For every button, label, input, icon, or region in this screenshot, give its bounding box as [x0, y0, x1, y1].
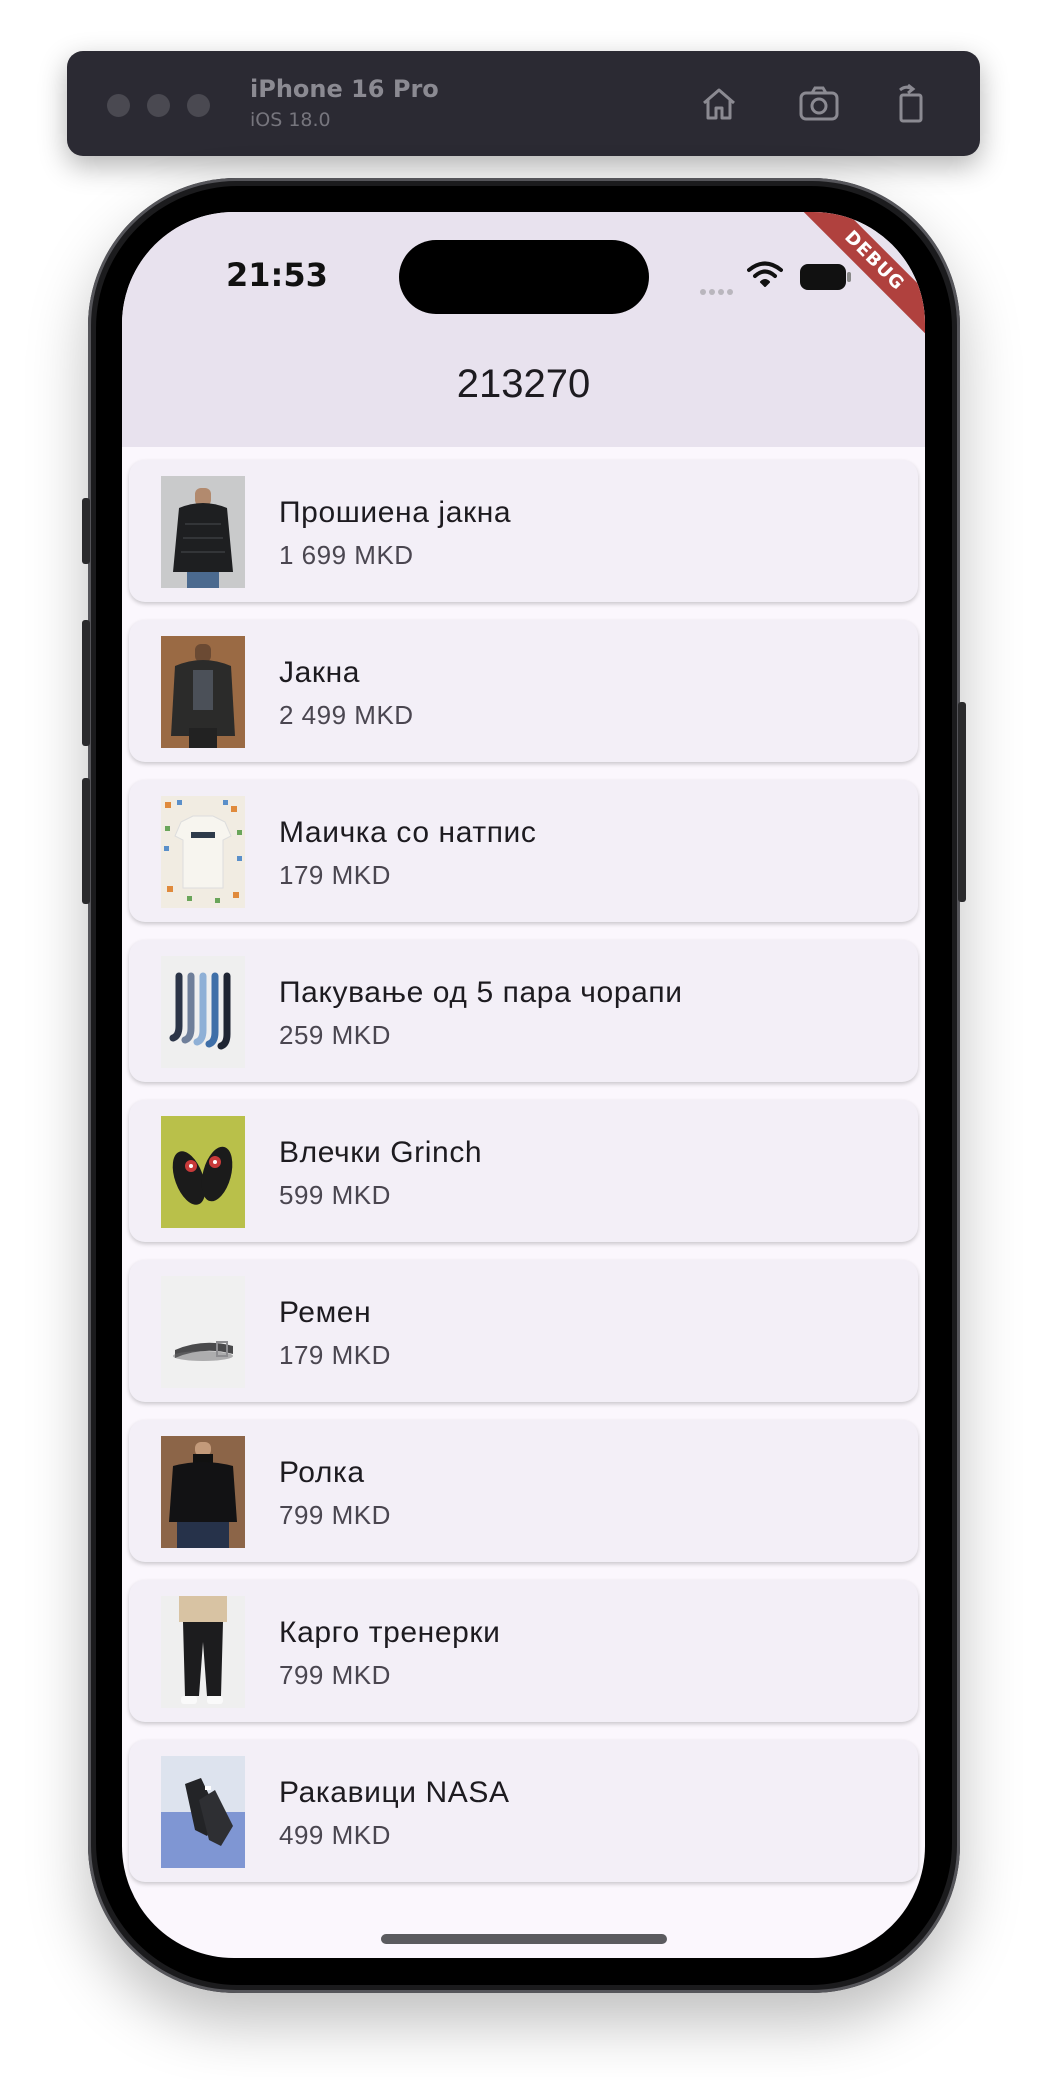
product-card[interactable]: Прошиена јакна 1 699 MKD: [129, 460, 918, 602]
nasa-gloves-image: [161, 1756, 245, 1868]
power-button: [958, 702, 966, 902]
turtleneck-image: [161, 1436, 245, 1548]
product-price: 179 MKD: [279, 1340, 391, 1370]
product-name: Ракавици NASA: [279, 1776, 510, 1809]
product-card[interactable]: Маичка со натпис 179 MKD: [129, 780, 918, 922]
dynamic-island: [399, 240, 649, 314]
battery-icon: [800, 264, 851, 290]
phone-screen: 21:53 DEBUG 213270 Прошиена јакна 1 699 …: [122, 212, 925, 1958]
belt-image: [161, 1276, 245, 1388]
dark-jacket-image: [161, 636, 245, 748]
product-name: Јакна: [279, 656, 361, 689]
product-price: 179 MKD: [279, 860, 391, 890]
product-name: Ремен: [279, 1296, 372, 1329]
rotate-icon[interactable]: [888, 81, 934, 127]
product-price: 259 MKD: [279, 1020, 391, 1050]
cargo-joggers-image: [161, 1596, 245, 1708]
product-card[interactable]: Карго тренерки 799 MKD: [129, 1580, 918, 1722]
wifi-icon: [747, 261, 783, 287]
device-name: iPhone 16 Pro: [250, 75, 439, 103]
minimize-window-button[interactable]: [147, 94, 170, 117]
product-name: Маичка со натпис: [279, 816, 537, 849]
cellular-signal-icon: [700, 280, 736, 299]
product-price: 799 MKD: [279, 1500, 391, 1530]
product-price: 2 499 MKD: [279, 700, 414, 730]
home-icon[interactable]: [696, 81, 742, 127]
status-time: 21:53: [226, 256, 328, 294]
zoom-window-button[interactable]: [187, 94, 210, 117]
product-name: Влечки Grinch: [279, 1136, 483, 1169]
product-price: 599 MKD: [279, 1180, 391, 1210]
black-puffer-jacket-image: [161, 476, 245, 588]
action-button: [82, 498, 90, 564]
product-price: 499 MKD: [279, 1820, 391, 1850]
page-title: 213270: [456, 362, 591, 406]
screenshot-icon[interactable]: [796, 81, 842, 127]
product-price: 799 MKD: [279, 1660, 391, 1690]
product-name: Карго тренерки: [279, 1616, 501, 1649]
product-name: Ролка: [279, 1456, 365, 1489]
printed-tshirt-image: [161, 796, 245, 908]
simulator-toolbar: iPhone 16 Pro iOS 18.0: [67, 51, 980, 156]
grinch-slippers-image: [161, 1116, 245, 1228]
product-list[interactable]: Прошиена јакна 1 699 MKD Јакна 2 499 MKD: [129, 460, 918, 1900]
socks-pack-image: [161, 956, 245, 1068]
volume-down-button: [82, 778, 90, 904]
close-window-button[interactable]: [107, 94, 130, 117]
product-card[interactable]: Ракавици NASA 499 MKD: [129, 1740, 918, 1882]
product-name: Прошиена јакна: [279, 496, 512, 529]
product-card[interactable]: Пакување од 5 пара чорапи 259 MKD: [129, 940, 918, 1082]
os-version: iOS 18.0: [250, 109, 331, 131]
product-card[interactable]: Влечки Grinch 599 MKD: [129, 1100, 918, 1242]
product-price: 1 699 MKD: [279, 540, 414, 570]
product-card[interactable]: Ролка 799 MKD: [129, 1420, 918, 1562]
app-bar: 21:53 DEBUG 213270: [122, 212, 925, 447]
product-card[interactable]: Јакна 2 499 MKD: [129, 620, 918, 762]
volume-up-button: [82, 620, 90, 746]
home-indicator[interactable]: [381, 1934, 667, 1944]
product-card[interactable]: Ремен 179 MKD: [129, 1260, 918, 1402]
product-name: Пакување од 5 пара чорапи: [279, 976, 683, 1009]
